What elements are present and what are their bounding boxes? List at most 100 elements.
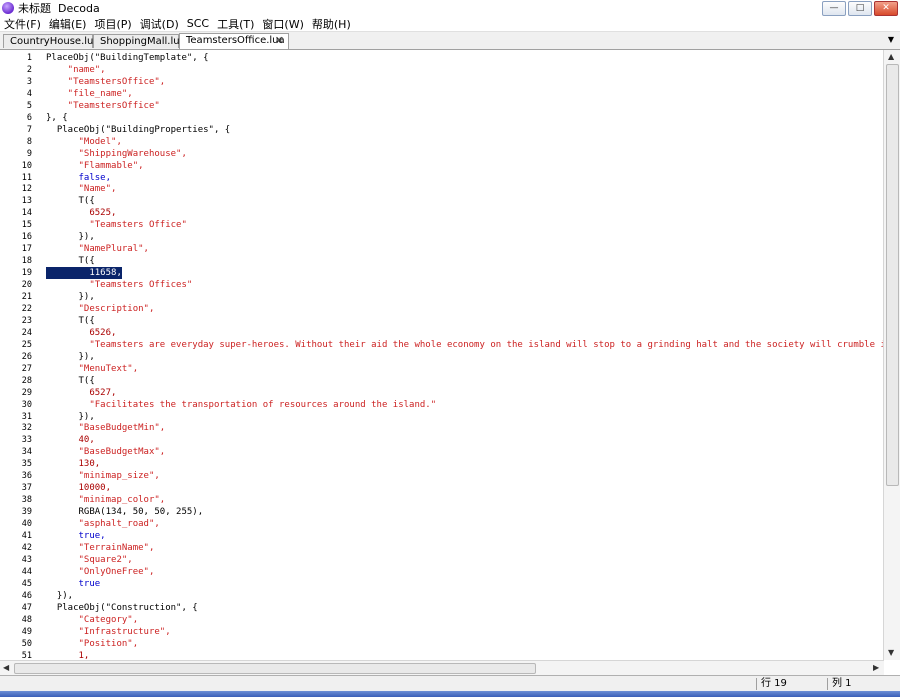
line-number: 33 [21,435,32,446]
code-text: PlaceObj("BuildingTemplate", { [46,53,209,63]
code-text: 10000, [46,483,112,494]
code-line[interactable]: 2 "name", [0,64,884,76]
line-number: 13 [21,196,32,207]
code-line[interactable]: 4 "file_name", [0,88,884,100]
code-line[interactable]: 13 T({ [0,195,884,207]
code-line[interactable]: 7 PlaceObj("BuildingProperties", { [0,124,884,136]
code-line[interactable]: 6}, { [0,112,884,124]
line-number: 7 [26,124,32,135]
tab-shoppingmall[interactable]: ShoppingMall.lua [93,34,186,48]
line-number: 4 [26,88,32,99]
tab-list-dropdown-icon[interactable]: ▼ [888,35,894,44]
scroll-left-icon[interactable]: ◀ [3,663,9,672]
code-line[interactable]: 32 "BaseBudgetMin", [0,422,884,434]
scroll-right-icon[interactable]: ▶ [873,663,879,672]
code-line[interactable]: 49 "Infrastructure", [0,626,884,638]
scroll-down-icon[interactable]: ▼ [888,648,894,657]
maximize-button[interactable]: □ [848,1,872,16]
code-line[interactable]: 50 "Position", [0,638,884,650]
code-line[interactable]: 31 }), [0,411,884,423]
code-line[interactable]: 25 "Teamsters are everyday super-heroes.… [0,339,884,351]
code-line[interactable]: 33 40, [0,434,884,446]
line-number: 18 [21,256,32,267]
code-line[interactable]: 43 "Square2", [0,554,884,566]
scroll-up-icon[interactable]: ▲ [888,52,894,61]
code-line[interactable]: 34 "BaseBudgetMax", [0,446,884,458]
code-line[interactable]: 24 6526, [0,327,884,339]
vertical-scroll-thumb[interactable] [886,64,899,486]
code-line[interactable]: 21 }), [0,291,884,303]
code-line[interactable]: 10 "Flammable", [0,160,884,172]
code-line[interactable]: 37 10000, [0,482,884,494]
code-line[interactable]: 14 6525, [0,207,884,219]
code-line[interactable]: 23 T({ [0,315,884,327]
code-line[interactable]: 16 }), [0,231,884,243]
code-line[interactable]: 5 "TeamstersOffice" [0,100,884,112]
code-line[interactable]: 44 "OnlyOneFree", [0,566,884,578]
code-text: "Flammable", [46,160,144,171]
line-number: 20 [21,280,32,291]
tab-countryhouse[interactable]: CountryHouse.lua [3,34,100,48]
minimize-button[interactable]: — [822,1,846,16]
code-line[interactable]: 46 }), [0,590,884,602]
code-line[interactable]: 18 T({ [0,255,884,267]
code-line[interactable]: 27 "MenuText", [0,363,884,375]
code-line[interactable]: 38 "minimap_color", [0,494,884,506]
line-number: 26 [21,351,32,362]
code-editor[interactable]: 1 PlaceObj("BuildingTemplate", {2 "name",… [0,50,884,660]
code-line[interactable]: 3 "TeamstersOffice", [0,76,884,88]
code-line[interactable]: 48 "Category", [0,614,884,626]
menu-window[interactable]: 窗口(W) [258,16,307,32]
line-number: 40 [21,519,32,530]
code-text: "Name", [46,184,117,195]
horizontal-scrollbar[interactable]: ◀ ▶ [0,660,884,675]
code-line[interactable]: 45 true [0,578,884,590]
line-number: 12 [21,184,32,195]
code-text: "Infrastructure", [46,626,171,637]
line-number: 49 [21,626,32,637]
menu-edit[interactable]: 编辑(E) [45,16,91,32]
menu-file[interactable]: 文件(F) [0,16,45,32]
line-number: 9 [26,148,32,159]
code-line[interactable]: 40 "asphalt_road", [0,518,884,530]
menu-tools[interactable]: 工具(T) [213,16,258,32]
code-line[interactable]: 1 PlaceObj("BuildingTemplate", { [0,52,884,64]
horizontal-scroll-thumb[interactable] [14,663,536,674]
code-line[interactable]: 51 1, [0,650,884,661]
code-text: }), [46,351,95,362]
vertical-scrollbar[interactable]: ▲ ▼ [883,50,900,660]
menu-project[interactable]: 项目(P) [90,16,135,32]
line-number: 47 [21,602,32,613]
code-line[interactable]: 11 false, [0,172,884,184]
close-button[interactable]: ✕ [874,1,898,16]
code-line[interactable]: 22 "Description", [0,303,884,315]
status-bar: 行 19 列 1 [0,675,900,692]
code-line[interactable]: 28 T({ [0,375,884,387]
code-line[interactable]: 42 "TerrainName", [0,542,884,554]
code-line[interactable]: 8 "Model", [0,136,884,148]
code-line[interactable]: 35 130, [0,458,884,470]
code-text: "Description", [46,303,155,314]
code-line[interactable]: 15 "Teamsters Office" [0,219,884,231]
code-text: 1, [46,650,90,661]
code-line[interactable]: 47 PlaceObj("Construction", { [0,602,884,614]
code-line[interactable]: 29 6527, [0,387,884,399]
line-number: 24 [21,327,32,338]
code-line[interactable]: 26 }), [0,351,884,363]
code-line[interactable]: 9 "ShippingWarehouse", [0,148,884,160]
code-line[interactable]: 41 true, [0,530,884,542]
code-line[interactable]: 39 RGBA(134, 50, 50, 255), [0,506,884,518]
code-line[interactable]: 36 "minimap_size", [0,470,884,482]
code-line[interactable]: 12 "Name", [0,183,884,195]
code-line[interactable]: 19 11658, [0,267,884,280]
code-line[interactable]: 20 "Teamsters Offices" [0,279,884,291]
code-text: PlaceObj("Construction", { [46,602,198,613]
code-text: "minimap_size", [46,471,160,482]
close-tab-icon[interactable]: ✕ [275,34,284,48]
code-line[interactable]: 30 "Facilitates the transportation of re… [0,399,884,411]
menu-help[interactable]: 帮助(H) [308,16,355,32]
menu-debug[interactable]: 调试(D) [136,16,183,32]
menu-scc[interactable]: SCC [183,17,213,30]
code-line[interactable]: 17 "NamePlural", [0,243,884,255]
tab-teamstersoffice[interactable]: TeamstersOffice.lua ✕ [179,33,289,49]
